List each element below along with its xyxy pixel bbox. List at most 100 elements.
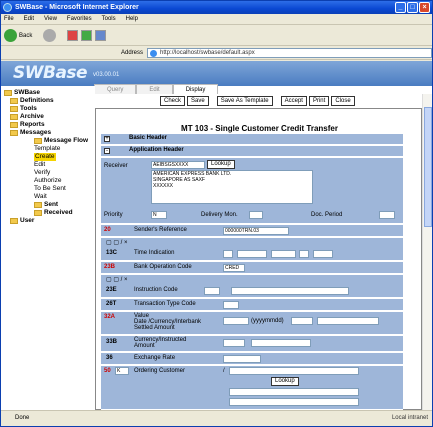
page-content: SWBase v03.00.01 Query Edit Display SWBa… (1, 61, 432, 410)
doc-period-input[interactable] (379, 211, 395, 219)
tree-item-label: Message Flow (44, 137, 89, 144)
save-as-template-button[interactable]: Save As Template (216, 96, 273, 106)
instruction-code-select[interactable] (204, 287, 220, 295)
instruction-code-input[interactable] (231, 287, 349, 295)
receiver-bic-input[interactable]: AEIBSGSXXXX (151, 161, 205, 169)
accept-button[interactable]: Accept (280, 96, 307, 106)
tree-item-reports[interactable]: Reports (4, 121, 95, 129)
ordering-customer-name-input[interactable] (229, 388, 359, 396)
tree-item-tools[interactable]: Tools (4, 105, 95, 113)
tree-item-template[interactable]: Template (4, 145, 95, 153)
instructed-amount-input[interactable] (251, 339, 311, 347)
tree-item-received[interactable]: Received (4, 209, 95, 217)
tree-item-definitions[interactable]: Definitions (4, 97, 95, 105)
menu-help[interactable]: Help (126, 16, 138, 22)
action-buttons: Check Save Save As Template Accept Print… (160, 96, 355, 106)
priority-select[interactable]: N (151, 211, 167, 219)
back-arrow-icon (4, 29, 17, 42)
field-23e-code: 23E (106, 287, 117, 293)
menu-file[interactable]: File (4, 16, 14, 22)
time-indication-input-2[interactable] (271, 250, 296, 258)
menu-favorites[interactable]: Favorites (67, 16, 92, 22)
print-button[interactable]: Print (308, 96, 330, 106)
tab-display[interactable]: Display (172, 84, 219, 94)
close-button[interactable]: × (419, 2, 430, 13)
tree-item-authorize[interactable]: Authorize (4, 177, 95, 185)
receiver-label: Receiver (104, 163, 128, 169)
add-23e-icon[interactable]: ▢ ▢ / × (106, 276, 128, 283)
ordering-customer-account-input[interactable] (229, 367, 359, 375)
tree-item-label: SWBase (14, 89, 41, 96)
tree-item-label: Definitions (20, 97, 54, 104)
currency-select[interactable] (291, 317, 313, 325)
tree-item-label: Sent (44, 201, 59, 208)
maximize-button[interactable]: □ (407, 2, 418, 13)
tree-item-sent[interactable]: Sent (4, 201, 95, 209)
tree-item-label: Reports (20, 121, 45, 128)
senders-reference-input[interactable]: 000000TRN.03 (223, 227, 289, 235)
tree-item-edit[interactable]: Edit (4, 161, 95, 169)
receiver-lookup-button[interactable]: Lookup (207, 160, 235, 169)
settled-amount-input[interactable] (317, 317, 379, 325)
time-indication-input[interactable] (237, 250, 267, 258)
app-header-label: Application Header (129, 147, 184, 153)
title-bar: SWBase - Microsoft Internet Explorer _ □… (1, 1, 432, 14)
page-scrollbar[interactable] (422, 94, 432, 410)
check-button[interactable]: Check (160, 96, 186, 106)
exchange-rate-input[interactable] (223, 355, 261, 363)
tree-item-swbase[interactable]: SWBase (4, 89, 95, 97)
tree-item-wait[interactable]: Wait (4, 193, 95, 201)
close-form-button[interactable]: Close (331, 96, 355, 106)
expand-basic-header-icon[interactable]: + (104, 136, 110, 142)
folder-icon (4, 90, 12, 96)
tree-item-messages[interactable]: Messages (4, 129, 95, 137)
refresh-icon[interactable] (81, 30, 93, 41)
address-label: Address (121, 50, 144, 56)
field-50-row: 50 K Ordering Customer / Lookup (101, 366, 403, 410)
tree-item-label: Authorize (34, 177, 62, 184)
menu-edit[interactable]: Edit (24, 16, 34, 22)
ordering-customer-address-input[interactable] (229, 398, 359, 406)
menu-tools[interactable]: Tools (102, 16, 116, 22)
folder-icon (10, 218, 18, 224)
address-input[interactable]: http://localhost/swbase/default.aspx (147, 48, 432, 58)
field-33b-row: 33B Currency/Instructed Amount (101, 336, 403, 352)
home-icon[interactable] (95, 30, 107, 41)
field-33b-code: 33B (106, 339, 118, 345)
stop-icon[interactable] (67, 30, 79, 41)
time-indication-slash-input[interactable] (223, 250, 233, 258)
tree-item-message-flow[interactable]: Message Flow (4, 137, 95, 145)
tab-edit[interactable]: Edit (136, 84, 173, 94)
tree-item-label: To Be Sent (34, 185, 66, 192)
tab-query[interactable]: Query (94, 84, 137, 94)
field-36-code: 36 (106, 355, 113, 361)
tree-item-label: Verify (34, 169, 51, 176)
menu-view[interactable]: View (44, 16, 57, 22)
instructed-currency-select[interactable] (223, 339, 245, 347)
delivery-select[interactable] (249, 211, 263, 219)
save-button[interactable]: Save (187, 96, 209, 106)
field-26t-code: 26T (106, 301, 117, 307)
address-bar: Address http://localhost/swbase/default.… (1, 47, 432, 60)
forward-arrow-icon[interactable] (43, 29, 57, 42)
app-logo: SWBase (13, 63, 88, 83)
tree-item-verify[interactable]: Verify (4, 169, 95, 177)
field-50-option-select[interactable]: K (115, 367, 129, 375)
value-date-input[interactable] (223, 317, 249, 325)
minimize-button[interactable]: _ (395, 2, 406, 13)
time-offset-input[interactable] (313, 250, 333, 258)
transaction-type-input[interactable] (223, 301, 239, 309)
ordering-customer-lookup-button[interactable]: Lookup (271, 377, 299, 386)
menu-bar: File Edit View Favorites Tools Help (1, 14, 432, 25)
bank-operation-code-select[interactable]: CRED (223, 264, 245, 272)
collapse-app-header-icon[interactable]: - (104, 148, 110, 154)
tree-item-create[interactable]: Create (4, 153, 95, 161)
add-13c-icon[interactable]: ▢ ▢ / × (106, 239, 128, 246)
field-20-code: 20 (104, 227, 111, 233)
time-sign-select[interactable] (299, 250, 309, 258)
scroll-thumb[interactable] (424, 107, 432, 227)
tree-item-user[interactable]: User (4, 217, 95, 225)
back-button[interactable]: Back (4, 29, 32, 42)
tree-item-archive[interactable]: Archive (4, 113, 95, 121)
tree-item-to-be-sent[interactable]: To Be Sent (4, 185, 95, 193)
